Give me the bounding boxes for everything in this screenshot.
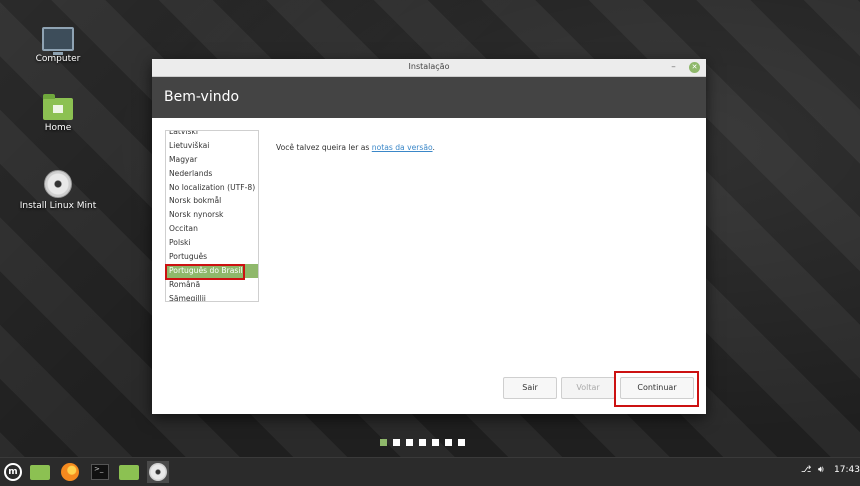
- notes-suffix: .: [432, 143, 435, 152]
- quit-button[interactable]: Sair: [503, 377, 557, 399]
- language-item[interactable]: Occitan: [166, 222, 258, 236]
- menu-button[interactable]: m: [2, 461, 24, 483]
- language-item[interactable]: Latviski: [166, 131, 258, 139]
- mint-logo-icon: m: [4, 463, 22, 481]
- step-dot: [445, 439, 452, 446]
- language-item[interactable]: Sämegillii: [166, 292, 258, 301]
- step-dot-active: [380, 439, 387, 446]
- continue-highlight-annotation: [614, 371, 699, 407]
- welcome-content: Latviski Lietuviškai Magyar Nederlands N…: [152, 118, 706, 446]
- language-item[interactable]: Polski: [166, 236, 258, 250]
- disc-icon: [149, 463, 167, 481]
- minimize-icon[interactable]: –: [668, 62, 679, 73]
- step-dot: [432, 439, 439, 446]
- language-item[interactable]: Português: [166, 250, 258, 264]
- back-button[interactable]: Voltar: [561, 377, 615, 399]
- taskbar-terminal[interactable]: >_: [89, 461, 111, 483]
- taskbar-installer[interactable]: [147, 461, 169, 483]
- desktop-icon-home[interactable]: Home: [18, 94, 98, 133]
- language-item[interactable]: Norsk bokmål: [166, 194, 258, 208]
- installer-window: Instalação – ✕ Bem-vindo Latviski Lietuv…: [152, 59, 706, 446]
- folder-icon: [119, 464, 139, 480]
- language-item[interactable]: Norsk nynorsk: [166, 208, 258, 222]
- release-notes-link[interactable]: notas da versão: [372, 143, 433, 152]
- close-icon[interactable]: ✕: [689, 62, 700, 73]
- language-item[interactable]: Magyar: [166, 153, 258, 167]
- taskbar: m >_ ⎇ 🔊︎ 17:43: [0, 457, 860, 486]
- desktop-icon-label: Install Linux Mint: [19, 201, 97, 211]
- desktop-icon-computer[interactable]: Computer: [18, 27, 98, 64]
- window-title: Instalação: [408, 62, 450, 71]
- window-titlebar[interactable]: Instalação – ✕: [152, 59, 706, 77]
- step-indicator: [380, 439, 465, 446]
- desktop-icon-install[interactable]: Install Linux Mint: [18, 170, 98, 211]
- selection-highlight-annotation: [165, 264, 245, 280]
- volume-icon[interactable]: 🔊︎: [818, 465, 824, 475]
- language-item[interactable]: Nederlands: [166, 167, 258, 181]
- home-folder-icon: [43, 94, 73, 120]
- disc-icon: [44, 170, 72, 198]
- taskbar-folder[interactable]: [118, 461, 140, 483]
- release-notes-text: Você talvez queira ler as notas da versã…: [276, 143, 435, 152]
- step-dot: [419, 439, 426, 446]
- language-item[interactable]: Lietuviškai: [166, 139, 258, 153]
- language-item[interactable]: No localization (UTF-8): [166, 181, 258, 195]
- network-icon[interactable]: ⎇: [801, 465, 811, 475]
- computer-icon: [42, 27, 74, 55]
- folder-icon: [30, 464, 50, 480]
- page-title: Bem-vindo: [152, 77, 706, 118]
- taskbar-firefox[interactable]: [59, 461, 81, 483]
- step-dot: [393, 439, 400, 446]
- firefox-icon: [61, 463, 79, 481]
- step-dot: [406, 439, 413, 446]
- taskbar-files[interactable]: [29, 461, 51, 483]
- notes-prefix: Você talvez queira ler as: [276, 143, 372, 152]
- step-dot: [458, 439, 465, 446]
- clock[interactable]: 17:43: [834, 465, 860, 475]
- terminal-icon: >_: [91, 464, 109, 480]
- desktop-icon-label: Home: [44, 123, 72, 133]
- desktop-icon-label: Computer: [35, 54, 81, 64]
